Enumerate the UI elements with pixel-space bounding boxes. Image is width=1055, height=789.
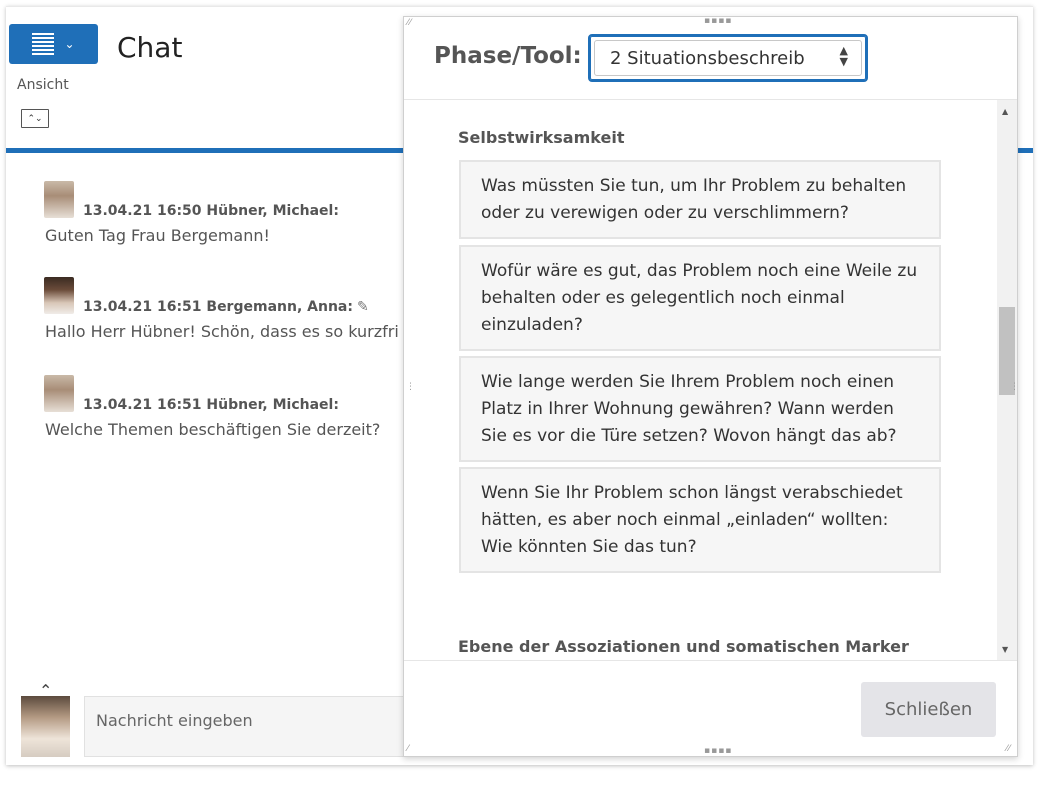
dialog-body: Selbstwirksamkeit Was müssten Sie tun, u… xyxy=(404,100,1017,660)
question-card[interactable]: Wie lange werden Sie Ihrem Problem noch … xyxy=(459,356,941,462)
avatar xyxy=(44,181,74,218)
scroll-up-icon[interactable]: ▲ xyxy=(1002,107,1008,116)
phase-tool-dialog: ⁄⁄ ▪▪▪▪ Phase/Tool: 2 Situationsbeschrei… xyxy=(403,16,1020,757)
drag-handle[interactable]: ▪▪▪▪ xyxy=(704,747,732,756)
question-card[interactable]: Wofür wäre es gut, das Problem noch eine… xyxy=(459,245,941,351)
message-meta: 13.04.21 16:50 Hübner, Michael: xyxy=(83,203,339,219)
dialog-footer: Schließen xyxy=(404,660,1017,757)
sort-arrows-icon: ▲ ▼ xyxy=(839,44,848,68)
dialog-header: Phase/Tool: 2 Situationsbeschreib ▲ ▼ xyxy=(404,17,1017,100)
top-divider xyxy=(6,6,1033,7)
message-meta-text: 13.04.21 16:51 Bergemann, Anna: xyxy=(83,299,353,315)
resize-handle-left[interactable]: ⋮ xyxy=(406,383,416,392)
message-text: Guten Tag Frau Bergemann! xyxy=(45,226,270,245)
avatar xyxy=(44,375,74,412)
list-icon xyxy=(32,33,55,55)
expand-view-icon[interactable]: ⌃⌄ xyxy=(21,109,49,128)
pencil-icon: ✎ xyxy=(356,299,369,315)
avatar xyxy=(21,696,70,757)
phase-select[interactable]: 2 Situationsbeschreib ▲ ▼ xyxy=(588,34,868,82)
scrollbar[interactable]: ▲ ▼ xyxy=(997,100,1017,660)
section-title: Selbstwirksamkeit xyxy=(458,128,625,147)
close-button[interactable]: Schließen xyxy=(861,682,996,737)
message-text: Hallo Herr Hübner! Schön, dass es so kur… xyxy=(45,322,399,341)
question-card[interactable]: Was müssten Sie tun, um Ihr Problem zu b… xyxy=(459,160,941,239)
resize-handle[interactable]: ⁄ xyxy=(407,745,410,754)
avatar xyxy=(44,277,74,314)
scroll-down-icon[interactable]: ▼ xyxy=(1002,645,1008,654)
phase-select-value: 2 Situationsbeschreib xyxy=(610,48,805,69)
message-text: Welche Themen beschäftigen Sie derzeit? xyxy=(45,420,381,439)
view-label: Ansicht xyxy=(17,77,69,93)
resize-handle-right[interactable]: ⋮ xyxy=(1010,383,1020,392)
phase-label: Phase/Tool: xyxy=(434,43,582,69)
message-meta: 13.04.21 16:51 Hübner, Michael: xyxy=(83,397,339,413)
chevron-down-icon: ⌄ xyxy=(64,37,75,51)
page-title: Chat xyxy=(117,31,183,64)
question-card[interactable]: Wenn Sie Ihr Problem schon längst verabs… xyxy=(459,467,941,573)
message-meta: 13.04.21 16:51 Bergemann, Anna: ✎ xyxy=(83,299,369,315)
section-title: Ebene der Assoziationen und somatischen … xyxy=(458,637,909,656)
message-input[interactable]: Nachricht eingeben xyxy=(84,696,404,757)
resize-handle[interactable]: ⁄⁄ xyxy=(1006,745,1011,754)
menu-button[interactable]: ⌄ xyxy=(9,24,98,64)
